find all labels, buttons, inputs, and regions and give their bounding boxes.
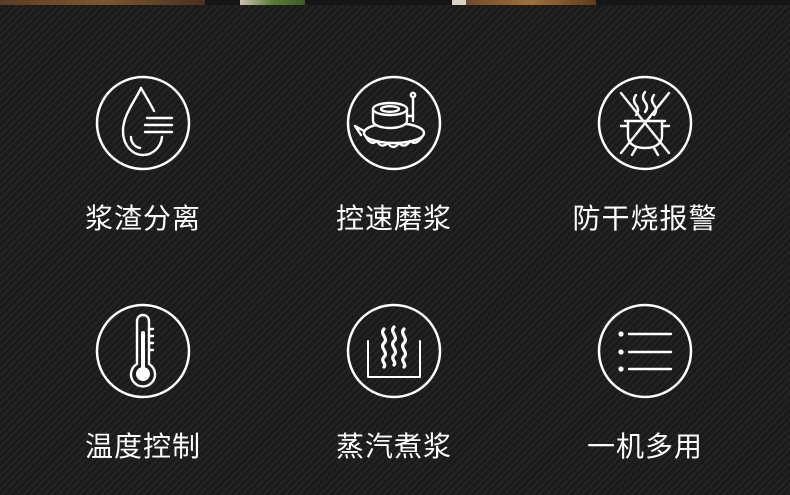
feature-item: 一机多用: [520, 303, 770, 465]
grinder-icon: [346, 75, 442, 171]
photo-fragment: [240, 0, 305, 5]
thermometer-icon: [95, 303, 191, 399]
no-dry-burn-icon: [597, 75, 693, 171]
photo-fragment: [452, 0, 466, 5]
multi-function-list-icon: [597, 303, 693, 399]
feature-label: 浆渣分离: [84, 202, 201, 235]
feature-item: 温度控制: [18, 303, 268, 465]
feature-item: 控速磨浆: [269, 75, 519, 237]
water-drop-icon: [95, 75, 191, 171]
feature-item: 浆渣分离: [18, 75, 268, 237]
feature-label: 一机多用: [586, 430, 703, 463]
feature-panel: { "features": [ {"label": "浆渣分离", "icon"…: [0, 0, 790, 495]
steam-icon: [346, 303, 442, 399]
photo-fragment: [466, 0, 596, 5]
top-photo-strip: [0, 0, 790, 5]
feature-label: 蒸汽煮浆: [335, 430, 452, 463]
feature-label: 控速磨浆: [335, 202, 452, 235]
photo-fragment: [0, 0, 205, 5]
feature-label: 温度控制: [84, 430, 201, 463]
feature-label: 防干烧报警: [572, 202, 718, 235]
feature-item: 蒸汽煮浆: [269, 303, 519, 465]
feature-item: 防干烧报警: [520, 75, 770, 237]
